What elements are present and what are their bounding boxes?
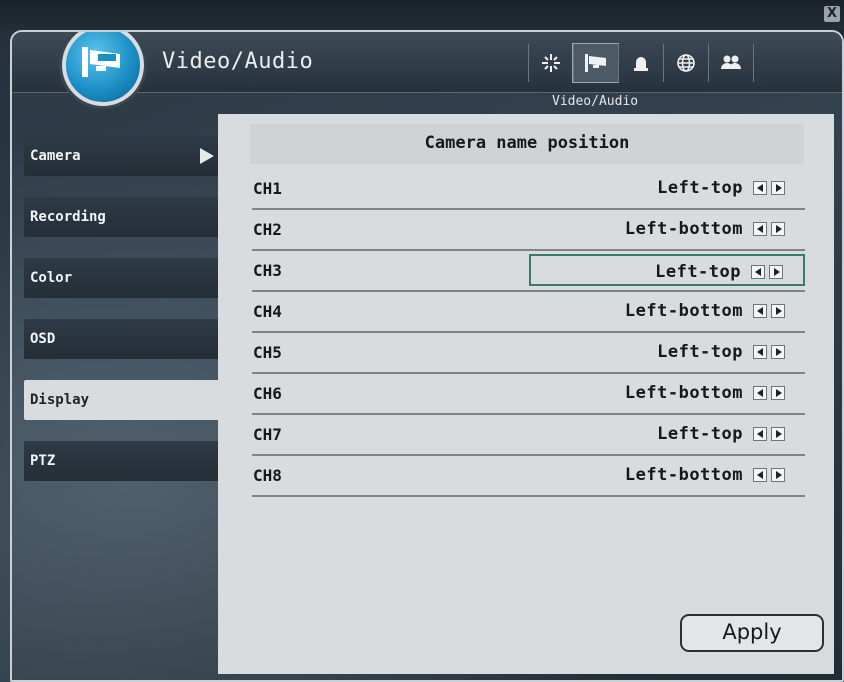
position-selector[interactable]: Left-bottom <box>529 377 805 409</box>
main-window: Video/Audio Video/Audio Camera Recording… <box>10 30 844 682</box>
channel-list: CH1 Left-top CH2 Left-bottom CH3 Left-to… <box>252 170 805 498</box>
channel-label: CH5 <box>253 343 282 362</box>
position-selector[interactable]: Left-bottom <box>529 459 805 491</box>
next-option-button[interactable] <box>771 222 785 236</box>
sidebar-item-camera[interactable]: Camera <box>24 136 220 176</box>
sidebar-item-label: Recording <box>30 209 106 225</box>
sidebar-item-color[interactable]: Color <box>24 258 220 298</box>
alarm-icon[interactable] <box>618 44 663 82</box>
position-value: Left-bottom <box>624 219 743 239</box>
prev-option-button[interactable] <box>751 265 765 279</box>
next-option-button[interactable] <box>771 345 785 359</box>
title-bar: X <box>0 0 844 30</box>
prev-option-button[interactable] <box>753 468 767 482</box>
channel-label: CH3 <box>253 261 282 280</box>
apply-button[interactable]: Apply <box>680 614 824 652</box>
prev-option-button[interactable] <box>753 345 767 359</box>
sidebar: Camera Recording Color OSD Display PTZ <box>24 136 220 502</box>
position-selector[interactable]: Left-top <box>529 172 805 204</box>
next-option-button[interactable] <box>771 304 785 318</box>
channel-row: CH2 Left-bottom <box>252 211 805 251</box>
position-value: Left-top <box>657 178 743 198</box>
app-root: X Video/Audio Video/Audio Camera Recordi… <box>0 0 844 682</box>
network-icon[interactable] <box>663 44 708 82</box>
channel-row: CH6 Left-bottom <box>252 375 805 415</box>
close-button[interactable]: X <box>824 6 840 22</box>
channel-row: CH8 Left-bottom <box>252 457 805 497</box>
position-selector[interactable]: Left-bottom <box>529 295 805 327</box>
position-value: Left-bottom <box>624 301 743 321</box>
sidebar-item-label: Display <box>30 392 90 408</box>
sidebar-item-recording[interactable]: Recording <box>24 197 220 237</box>
sidebar-item-label: Camera <box>30 148 81 164</box>
chevron-right-icon <box>200 148 214 164</box>
sidebar-item-label: Color <box>30 270 73 286</box>
camera-icon[interactable] <box>572 43 619 83</box>
sidebar-item-label: PTZ <box>30 453 56 469</box>
section-header: Camera name position <box>250 124 804 164</box>
next-option-button[interactable] <box>771 181 785 195</box>
position-selector[interactable]: Left-top <box>529 418 805 450</box>
page-title: Video/Audio <box>162 49 314 74</box>
prev-option-button[interactable] <box>753 304 767 318</box>
position-selector[interactable]: Left-bottom <box>529 213 805 245</box>
position-value: Left-bottom <box>624 465 743 485</box>
prev-option-button[interactable] <box>753 181 767 195</box>
breadcrumb: Video/Audio <box>552 94 639 109</box>
channel-row: CH7 Left-top <box>252 416 805 456</box>
next-option-button[interactable] <box>771 468 785 482</box>
header: Video/Audio <box>12 32 842 106</box>
channel-label: CH6 <box>253 384 282 403</box>
sidebar-item-ptz[interactable]: PTZ <box>24 441 220 481</box>
channel-row: CH5 Left-top <box>252 334 805 374</box>
position-selector[interactable]: Left-top <box>529 254 805 286</box>
prev-option-button[interactable] <box>753 222 767 236</box>
sidebar-item-label: OSD <box>30 331 56 347</box>
channel-label: CH8 <box>253 466 282 485</box>
position-value: Left-bottom <box>624 383 743 403</box>
toolbar <box>528 43 754 83</box>
channel-label: CH4 <box>253 302 282 321</box>
channel-label: CH7 <box>253 425 282 444</box>
camera-logo-icon <box>62 32 144 106</box>
channel-row: CH4 Left-bottom <box>252 293 805 333</box>
position-value: Left-top <box>657 342 743 362</box>
position-selector[interactable]: Left-top <box>529 336 805 368</box>
prev-option-button[interactable] <box>753 386 767 400</box>
channel-label: CH1 <box>253 179 282 198</box>
sidebar-item-osd[interactable]: OSD <box>24 319 220 359</box>
next-option-button[interactable] <box>771 386 785 400</box>
system-icon[interactable] <box>528 44 573 82</box>
prev-option-button[interactable] <box>753 427 767 441</box>
channel-row: CH3 Left-top <box>252 252 805 292</box>
channel-row: CH1 Left-top <box>252 170 805 210</box>
next-option-button[interactable] <box>769 265 783 279</box>
position-value: Left-top <box>655 262 741 282</box>
channel-label: CH2 <box>253 220 282 239</box>
position-value: Left-top <box>657 424 743 444</box>
next-option-button[interactable] <box>771 427 785 441</box>
sidebar-item-display[interactable]: Display <box>24 380 220 420</box>
user-icon[interactable] <box>708 44 754 82</box>
content-panel: Camera name position CH1 Left-top CH2 Le… <box>218 114 834 674</box>
